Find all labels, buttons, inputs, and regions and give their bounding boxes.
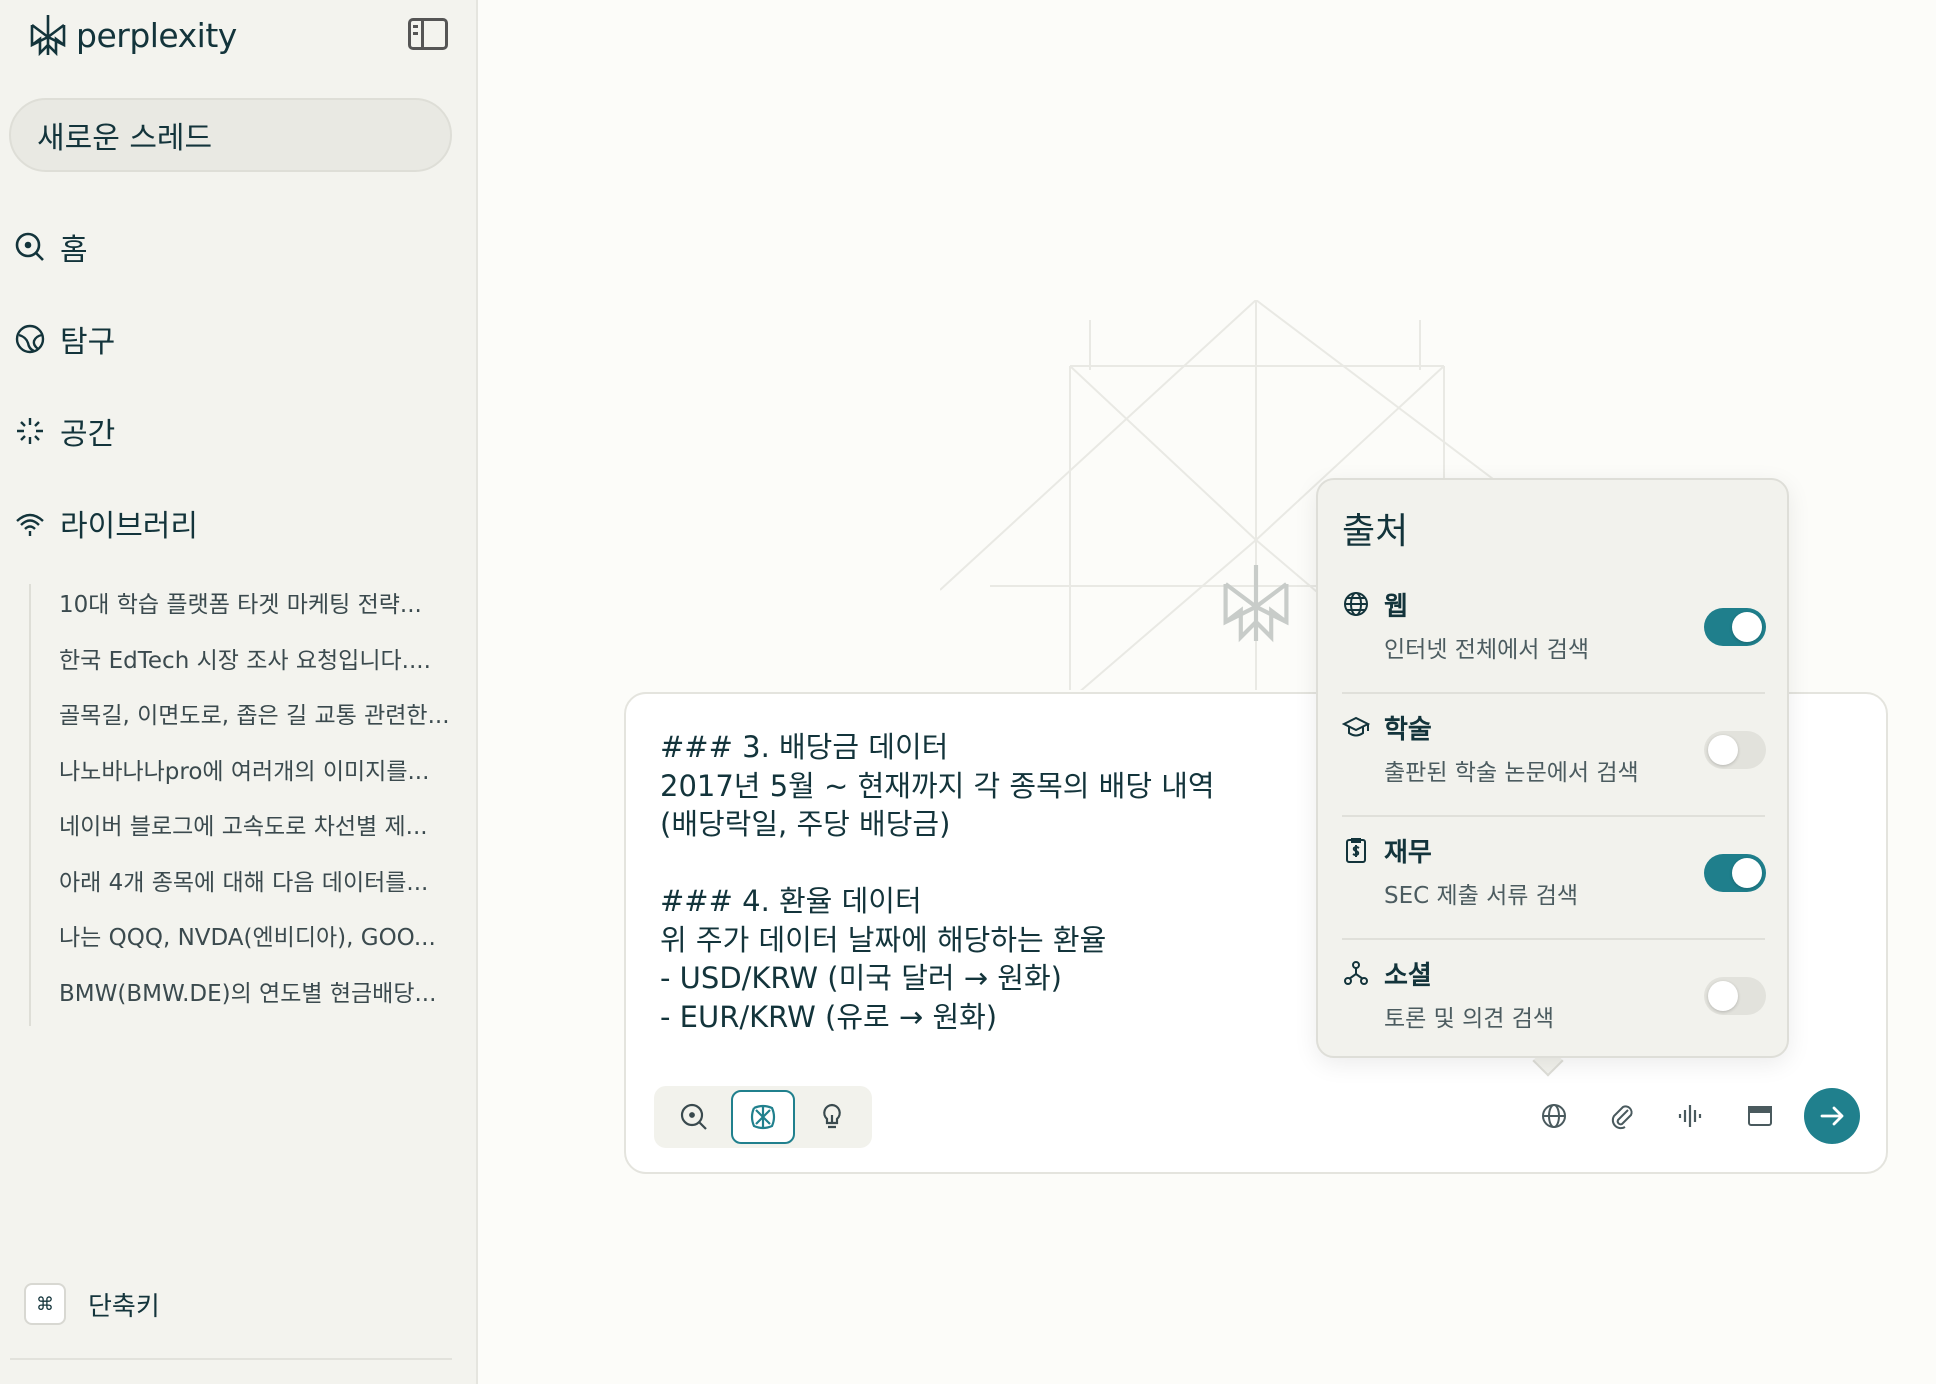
source-social-toggle[interactable] <box>1704 977 1766 1015</box>
source-name: 웹 <box>1384 592 1408 622</box>
mode-labs-button[interactable] <box>800 1090 864 1144</box>
query-input[interactable]: ### 3. 배당금 데이터 2017년 5월 ~ 현재까지 각 종목의 배당 … <box>660 728 1280 1036</box>
globe-icon <box>1542 1104 1566 1128</box>
history-item[interactable]: 10대 학습 플랫폼 타겟 마케팅 전략... <box>59 588 451 622</box>
source-name: 학술 <box>1384 715 1432 745</box>
thread-history-list: 10대 학습 플랫폼 타겟 마케팅 전략... 한국 EdTech 시장 조사 … <box>29 584 451 1026</box>
new-thread-button[interactable]: 새로운 스레드 <box>9 98 452 172</box>
attach-button[interactable] <box>1600 1094 1644 1138</box>
sidebar-collapse-icon[interactable] <box>408 18 448 50</box>
sources-popover: 출처 웹 인터넷 전체에서 검색 학술 출판된 학술 논문에서 검색 재무 SE… <box>1316 478 1789 1058</box>
mode-research-button[interactable] <box>731 1090 795 1144</box>
research-icon <box>750 1104 776 1130</box>
shortcuts-button[interactable]: ⌘ 단축키 <box>24 1283 160 1325</box>
source-web[interactable]: 웹 인터넷 전체에서 검색 <box>1318 572 1787 694</box>
paperclip-icon <box>1611 1105 1633 1130</box>
sources-button[interactable] <box>1532 1094 1576 1138</box>
history-item[interactable]: 아래 4개 종목에 대해 다음 데이터를... <box>59 866 451 900</box>
popover-title: 출처 <box>1342 511 1409 552</box>
toggle-knob <box>1708 735 1738 765</box>
search-mode-selector <box>654 1086 872 1148</box>
finance-doc-icon <box>1346 838 1366 863</box>
globe-icon <box>15 324 45 354</box>
source-academic[interactable]: 학술 출판된 학술 논문에서 검색 <box>1318 695 1787 817</box>
nav-item-label: 탐구 <box>60 325 116 360</box>
spaces-icon <box>17 418 43 444</box>
history-item[interactable]: 나노바나나pro에 여러개의 이미지를... <box>59 755 451 789</box>
graduation-cap-icon <box>1342 716 1370 737</box>
source-name: 소셜 <box>1384 961 1432 991</box>
source-description: 출판된 학술 논문에서 검색 <box>1384 760 1639 786</box>
nav-item-label: 홈 <box>60 233 88 268</box>
voice-icon <box>1678 1105 1702 1127</box>
globe-icon <box>1344 592 1368 616</box>
nav-item-label: 라이브러리 <box>60 509 198 544</box>
toggle-knob <box>1708 981 1738 1011</box>
library-icon <box>16 513 44 536</box>
divider <box>10 1358 452 1360</box>
mode-search-button[interactable] <box>662 1090 726 1144</box>
search-icon <box>680 1103 707 1130</box>
divider <box>1342 815 1765 817</box>
source-web-toggle[interactable] <box>1704 608 1766 646</box>
source-academic-toggle[interactable] <box>1704 731 1766 769</box>
perplexity-logo-icon <box>30 15 66 57</box>
toggle-knob <box>1732 858 1762 888</box>
nav-item-library[interactable]: 라이브러리 <box>14 498 198 548</box>
history-item[interactable]: 네이버 블로그에 고속도로 차선별 제... <box>59 810 451 844</box>
search-icon <box>15 232 44 261</box>
nav-item-spaces[interactable]: 공간 <box>14 406 115 456</box>
browser-icon <box>1748 1106 1772 1126</box>
shortcuts-label: 단축키 <box>88 1291 160 1322</box>
sidebar: perplexity 새로운 스레드 홈 탐구 공간 라이브러리 10대 학습 … <box>0 0 478 1384</box>
browser-button[interactable] <box>1738 1094 1782 1138</box>
nav-item-label: 공간 <box>60 417 116 452</box>
perplexity-watermark-icon <box>1223 565 1289 643</box>
toggle-knob <box>1732 612 1762 642</box>
arrow-right-icon <box>1820 1106 1844 1126</box>
divider <box>1342 938 1765 940</box>
voice-mode-button[interactable] <box>1668 1094 1712 1138</box>
source-description: 토론 및 의견 검색 <box>1384 1006 1555 1032</box>
lightbulb-icon <box>823 1103 841 1129</box>
logo[interactable]: perplexity <box>28 10 237 60</box>
source-finance[interactable]: 재무 SEC 제출 서류 검색 <box>1318 818 1787 940</box>
source-finance-toggle[interactable] <box>1704 854 1766 892</box>
nav-item-home[interactable]: 홈 <box>14 222 88 272</box>
submit-button[interactable] <box>1804 1088 1860 1144</box>
history-item[interactable]: 나는 QQQ, NVDA(엔비디아), GOO... <box>59 921 451 955</box>
history-item[interactable]: 골목길, 이면도로, 좁은 길 교통 관련한... <box>59 699 451 733</box>
logo-text: perplexity <box>76 15 237 55</box>
social-network-icon <box>1344 961 1368 985</box>
nav-item-discover[interactable]: 탐구 <box>14 314 115 364</box>
divider <box>1342 692 1765 694</box>
history-item[interactable]: 한국 EdTech 시장 조사 요청입니다.... <box>59 644 451 678</box>
history-item[interactable]: BMW(BMW.DE)의 연도별 현금배당... <box>59 977 451 1011</box>
command-key-icon: ⌘ <box>24 1283 66 1325</box>
source-social[interactable]: 소셜 토론 및 의견 검색 <box>1318 941 1787 1063</box>
source-description: 인터넷 전체에서 검색 <box>1384 637 1590 663</box>
source-name: 재무 <box>1384 838 1432 868</box>
source-description: SEC 제출 서류 검색 <box>1384 883 1579 909</box>
